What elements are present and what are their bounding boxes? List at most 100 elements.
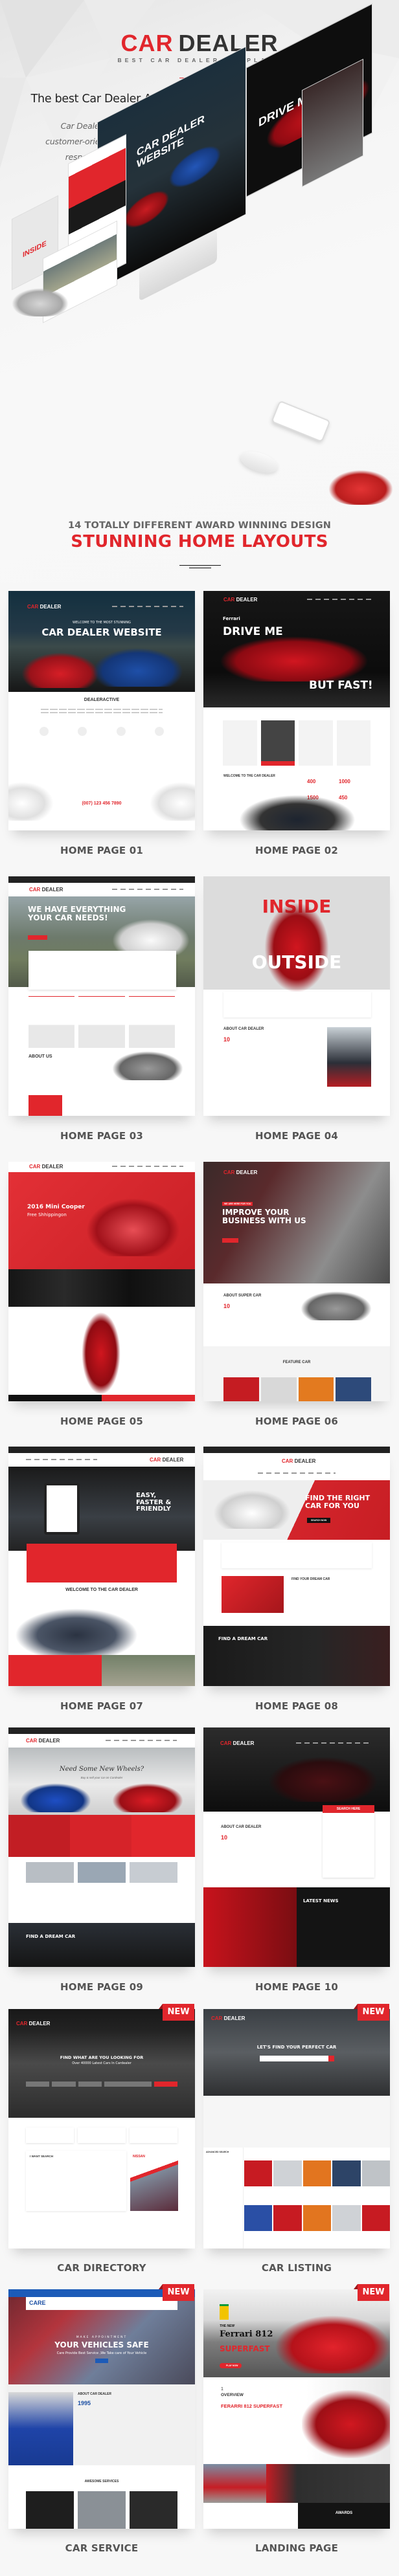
layout-label[interactable]: HOME PAGE 08 [203,1700,390,1712]
card-hero-kicker: MAKE APPOINTMENT [76,2336,128,2339]
section-subtitle: 14 TOTALLY DIFFERENT AWARD WINNING DESIG… [68,520,331,531]
search-button [328,2056,334,2061]
feature-image [102,1655,195,1686]
cards-row [8,2127,195,2143]
image-row [8,1862,195,1883]
layout-card-home-01[interactable]: CAR DEALER WELCOME TO THE MOST STUNNING … [8,591,195,830]
card-hero-title: Ferrari 812 [220,2329,273,2339]
layout-card-home-03[interactable]: CAR DEALER WE HAVE EVERYTHING YOUR CAR N… [8,876,195,1116]
card-hero-title: CAR DEALER WEBSITE [41,627,162,638]
layout-label[interactable]: HOME PAGE 01 [8,845,195,856]
layout-label[interactable]: LANDING PAGE [203,2542,390,2554]
hero-section: CAR DEALER WE ARE HERE FOR YOU IMPROVE Y… [203,1162,390,1283]
search-header: SEARCH HERE [323,1805,374,1813]
search-panel [27,1544,177,1582]
layout-label[interactable]: HOME PAGE 10 [203,1981,390,1993]
tablet-image [44,1483,80,1535]
card-hero-kicker: Ferrari [223,616,240,621]
card-stat: 10 [223,1303,231,1309]
card-section-title: ABOUT CAR DEALER [221,1825,262,1829]
card-hero-title: OUTSIDE [251,951,342,973]
services-row [223,992,371,1017]
card-hero-title: IMPROVE YOUR BUSINESS WITH US [222,1208,306,1225]
vehicle-section [8,2223,195,2248]
card-hero-button: SEARCH NOW [307,1518,331,1523]
brand-search-panel: I WANT SEARCH [26,2151,126,2211]
white-car-image [112,919,190,955]
card-stat: 10 [223,1036,231,1043]
layout-label[interactable]: HOME PAGE 03 [8,1130,195,1142]
red-car-image [275,2315,390,2373]
card-section-title: LATEST NEWS [303,1898,339,1904]
suv-image [112,1051,183,1080]
feature-row [8,727,195,740]
layout-label[interactable]: CAR DIRECTORY [8,2262,195,2274]
hero-section: CAR DEALER [203,1727,390,1812]
suv-image [15,1608,138,1657]
card-hero-title: LET'S FIND YOUR PERFECT CAR [256,2045,337,2050]
layout-label[interactable]: HOME PAGE 06 [203,1416,390,1427]
layout-label[interactable]: HOME PAGE 07 [8,1700,195,1712]
layout-label[interactable]: CAR SERVICE [8,2542,195,2554]
layout-card-car-service[interactable]: CARE MAKE APPOINTMENT YOUR VEHICLES SAFE… [8,2289,195,2529]
layout-card-home-06[interactable]: CAR DEALER WE ARE HERE FOR YOU IMPROVE Y… [203,1162,390,1401]
hero-section: CAR DEALER Ferrari DRIVE ME BUT FAST! [203,591,390,707]
feature-highlight [28,1095,62,1116]
layout-label[interactable]: HOME PAGE 04 [203,1130,390,1142]
sidebar-title: ADVANCED SEARCH [206,2151,229,2153]
card-section-title: WELCOME TO THE CAR DEALER [223,774,275,778]
logo-car-text: CAR [120,30,174,56]
card-hero-title: YOUR VEHICLES SAFE [54,2340,149,2349]
layout-card-landing-page[interactable]: THE NEW Ferrari 812 SUPERFAST PLAY NOW 1… [203,2289,390,2529]
promo-brand: NISSAN [133,2155,145,2159]
news-section: LATEST NEWS [203,1887,390,1967]
card-section-title: ABOUT CAR DEALER [78,2392,111,2396]
layout-card-home-09[interactable]: CAR DEALER Need Some New Wheels? Buy & s… [8,1727,195,1967]
video-thumbnail [222,1576,284,1613]
layout-label[interactable]: HOME PAGE 02 [203,845,390,856]
care-logo: CARE [29,2300,46,2306]
mockup-inside-title: INSIDE [23,239,47,260]
hero-section: THE NEW Ferrari 812 SUPERFAST PLAY NOW [203,2289,390,2377]
card-section-title: FIND A DREAM CAR [218,1636,268,1641]
layout-card-home-10[interactable]: CAR DEALER SEARCH HERE ABOUT CAR DEALER … [203,1727,390,1967]
gallery-row [203,2464,390,2503]
card-hero-subtitle: Buy & sell your car on Cardealer [80,1776,123,1779]
layout-card-home-08[interactable]: CAR DEALER FIND THE RIGHT CAR FOR YOU SE… [203,1447,390,1686]
layout-card-car-listing[interactable]: CAR DEALER LET'S FIND YOUR PERFECT CAR A… [203,2009,390,2248]
layout-card-car-directory[interactable]: CAR DEALER FIND WHAT ARE YOU LOOKING FOR… [8,2009,195,2248]
mechanic-image [8,2392,73,2465]
overview-number: 1 [221,2387,223,2392]
card-stat: 10 [221,1834,228,1841]
layout-card-home-05[interactable]: CAR DEALER 2016 Mini Cooper Free Shhippi… [8,1162,195,1401]
layout-label[interactable]: HOME PAGE 09 [8,1981,195,1993]
layout-card-home-04[interactable]: INSIDE OUTSIDE ABOUT CAR DEALER 10 [203,876,390,1116]
hero-section: INSIDE OUTSIDE [203,876,390,993]
card-section-title: DEALERACTIVE [84,698,120,702]
card-section-title: FIND A DREAM CAR [26,1934,76,1939]
hero-section: CAR DEALER FIND WHAT ARE YOU LOOKING FOR… [8,2009,195,2118]
hero-section: 2016 Mini Cooper Free Shhippingon [8,1172,195,1269]
awards-title: AWARDS [335,2511,353,2515]
hero-section: EASY, FASTER & FRIENDLY [8,1467,195,1551]
card-section-title: WELCOME TO THE CAR DEALER [65,1588,138,1592]
layout-card-home-07[interactable]: CAR DEALER EASY, FASTER & FRIENDLY WELCO… [8,1447,195,1686]
new-badge: NEW [358,2284,389,2301]
card-hero-title: BUT FAST! [309,679,373,692]
feature-block [8,1655,102,1686]
overview-section: 1 OVERVIEW FERARRI 812 SUPERFAST [203,2377,390,2464]
logo-dealer-text: DEALER [178,30,279,56]
card-section-title: ABOUT SUPER CAR [223,1294,262,1298]
card-hero-subtitle: Over 40000 Latest Cars In Cardealer [72,2061,131,2065]
divider [179,565,221,566]
mini-cooper-image [86,1198,180,1256]
layout-card-home-02[interactable]: CAR DEALER Ferrari DRIVE ME BUT FAST! WE… [203,591,390,830]
layout-label[interactable]: CAR LISTING [203,2262,390,2274]
red-car-image [21,652,99,688]
layout-label[interactable]: HOME PAGE 05 [8,1416,195,1427]
search-input [260,2056,328,2061]
card-hero-kicker: WELCOME TO THE MOST STUNNING [72,621,131,625]
testimonial-row: AWARDS [203,2503,390,2529]
card-hero-title: Need Some New Wheels? [59,1766,144,1773]
suv-image [301,1291,372,1320]
